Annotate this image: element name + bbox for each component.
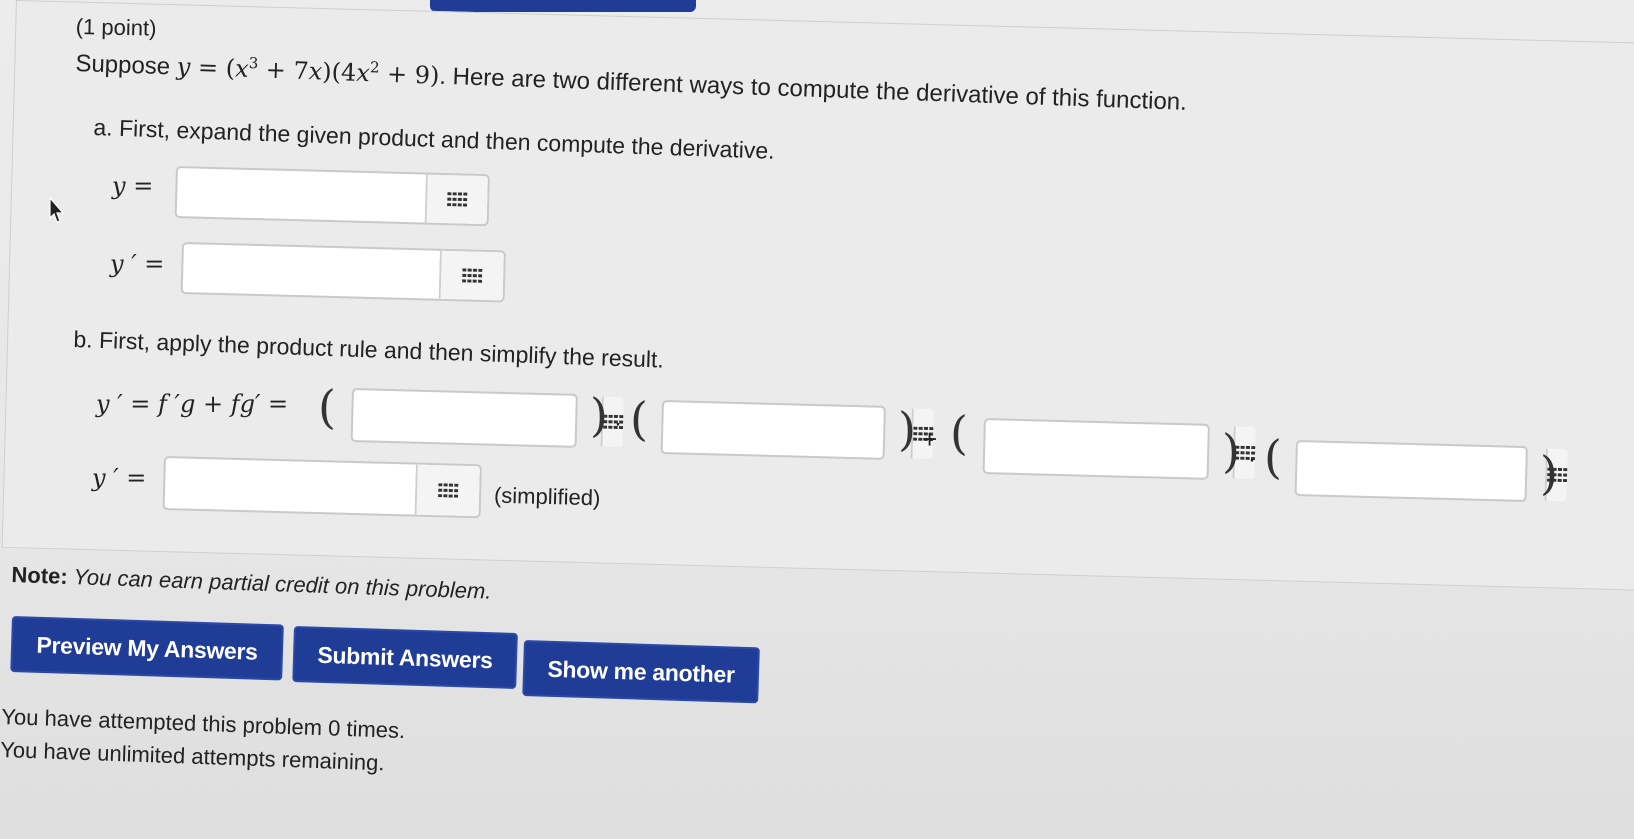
answer-field-b-g	[660, 400, 934, 460]
open-paren: (	[1264, 430, 1282, 484]
close-paren: )	[590, 388, 608, 442]
answer-field-b-fprime	[350, 388, 624, 448]
answer-field-a-y	[174, 166, 490, 227]
note-text: You can earn partial credit on this prob…	[67, 563, 492, 604]
keypad-button[interactable]	[414, 464, 480, 517]
keypad-grid-icon	[438, 483, 459, 498]
mouse-pointer-icon	[49, 196, 65, 223]
multiply-dot: ·	[1248, 446, 1256, 473]
multiply-dot: ·	[614, 410, 622, 437]
answer-input-a-y[interactable]	[176, 168, 426, 223]
answer-input-a-yprime[interactable]	[182, 244, 440, 299]
answer-field-b-f	[982, 418, 1256, 480]
keypad-grid-icon	[462, 268, 483, 283]
answer-field-b-gprime	[1294, 440, 1568, 503]
close-paren: )	[898, 402, 916, 456]
keypad-button[interactable]	[438, 250, 504, 301]
simplified-label: (simplified)	[493, 482, 601, 511]
label-yprime-simplified: y ′ =	[92, 464, 147, 492]
answer-field-a-yprime	[180, 242, 506, 303]
answer-input-b-gprime[interactable]	[1296, 442, 1546, 501]
answer-field-b-simplified	[162, 456, 482, 519]
open-paren: (	[950, 406, 968, 460]
close-paren: )	[1222, 424, 1240, 478]
answer-input-b-f[interactable]	[984, 420, 1234, 479]
show-another-button[interactable]: Show me another	[522, 640, 760, 704]
top-nav-bar	[430, 0, 696, 12]
answer-input-b-fprime[interactable]	[352, 390, 602, 447]
preview-answers-button[interactable]: Preview My Answers	[10, 616, 284, 681]
answer-input-b-simplified[interactable]	[164, 458, 416, 515]
open-paren: (	[630, 392, 648, 446]
open-paren: (	[318, 380, 336, 434]
partial-credit-note: Note: You can earn partial credit on thi…	[11, 562, 492, 605]
label-y-equals: y =	[112, 172, 154, 200]
plus-sign: +	[922, 424, 938, 454]
keypad-button[interactable]	[424, 174, 488, 225]
attempt-status: You have attempted this problem 0 times.…	[0, 700, 406, 780]
close-paren: )	[1540, 446, 1558, 500]
label-yprime-equals: y ′ =	[110, 250, 165, 278]
submit-answers-button[interactable]: Submit Answers	[292, 626, 518, 690]
product-rule-formula: y ′ = f ′g + fg′ =	[96, 390, 289, 418]
keypad-grid-icon	[447, 192, 468, 207]
statement-prefix: Suppose	[74, 49, 178, 81]
note-label: Note:	[11, 562, 69, 589]
problem-points: (1 point)	[75, 14, 157, 41]
answer-input-b-g[interactable]	[662, 402, 912, 459]
